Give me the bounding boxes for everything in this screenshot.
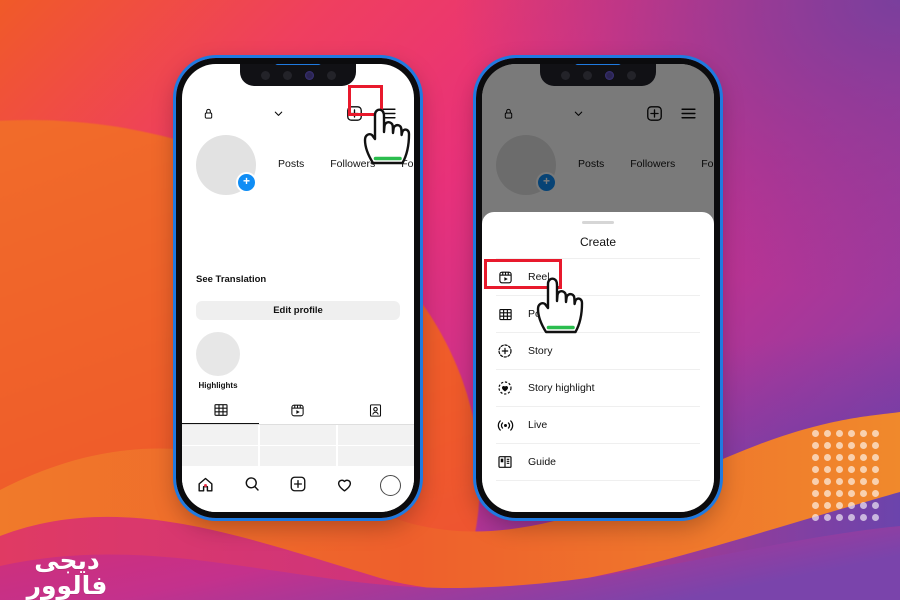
create-nav-button[interactable] <box>275 475 321 493</box>
grid-tab[interactable] <box>182 396 260 424</box>
phone-left-screen: + Posts Followers Following See Translat… <box>182 64 414 512</box>
phone-mockup-left: + Posts Followers Following See Translat… <box>173 55 423 521</box>
brand-logo-persian: دیجی فالوور <box>26 546 108 600</box>
edit-profile-button[interactable]: Edit profile <box>196 301 400 320</box>
story-menu-label: Story <box>528 345 553 357</box>
background-wave-shapes <box>0 412 900 600</box>
sensor-dot <box>626 70 636 80</box>
avatar[interactable]: + <box>196 135 257 195</box>
live-broadcast-icon <box>496 416 514 434</box>
tagged-tab[interactable] <box>337 396 414 424</box>
phone-notch <box>240 64 356 86</box>
highlight-bubble[interactable] <box>196 332 240 376</box>
create-bottom-sheet: Create Reel Post Story Story highlight L… <box>482 212 714 512</box>
create-button[interactable] <box>342 101 366 125</box>
live-menu-item[interactable]: Live <box>496 406 700 443</box>
earpiece-speaker <box>275 64 321 65</box>
phone-mockup-right: + Posts Followers Following See Translat… <box>473 55 723 521</box>
stat-labels: Posts Followers Following <box>278 158 414 172</box>
post-menu-item[interactable]: Post <box>496 295 700 332</box>
story-menu-item[interactable]: Story <box>496 332 700 369</box>
see-translation-link[interactable]: See Translation <box>196 274 266 285</box>
story-highlight-heart-icon <box>496 379 514 397</box>
stat-posts[interactable]: Posts <box>278 158 304 170</box>
reel-menu-label: Reel <box>528 271 550 283</box>
front-camera-lens <box>604 70 614 80</box>
lock-icon <box>196 101 220 125</box>
post-menu-label: Post <box>528 308 550 320</box>
earpiece-speaker <box>575 64 621 65</box>
highlight-label: Highlights <box>198 381 238 390</box>
stat-followers[interactable]: Followers <box>330 158 375 170</box>
story-plus-icon <box>496 342 514 360</box>
hamburger-menu-icon[interactable] <box>376 101 400 125</box>
bottom-navigation-bar <box>182 466 414 512</box>
avatar-icon <box>380 475 402 496</box>
live-menu-label: Live <box>528 419 548 431</box>
reel-icon <box>496 268 514 286</box>
sensor-dot <box>282 70 292 80</box>
grid-cell[interactable] <box>337 425 414 445</box>
home-nav-button[interactable] <box>182 475 228 494</box>
reel-menu-item[interactable]: Reel <box>496 258 700 295</box>
list-bottom-divider <box>496 480 700 491</box>
grid-cell[interactable] <box>182 446 259 466</box>
story-highlights-row: Highlights <box>196 332 240 390</box>
decorative-dot-grid <box>812 430 884 526</box>
grid-cell[interactable] <box>182 425 259 445</box>
sensor-dot <box>260 70 270 80</box>
profile-content-tabs <box>182 396 414 425</box>
guide-menu-label: Guide <box>528 456 557 468</box>
avatar-add-badge[interactable]: + <box>236 172 257 193</box>
story-highlight-menu-item[interactable]: Story highlight <box>496 369 700 406</box>
chevron-down-icon[interactable] <box>266 101 290 125</box>
grid-icon <box>496 305 514 323</box>
stat-following[interactable]: Following <box>401 158 414 170</box>
guide-menu-item[interactable]: Guide <box>496 443 700 480</box>
home-notification-dot <box>203 484 207 487</box>
sheet-title: Create <box>579 235 617 249</box>
profile-post-grid <box>182 425 414 466</box>
story-highlight-menu-label: Story highlight <box>528 382 595 394</box>
guide-book-icon <box>496 453 514 471</box>
grid-cell[interactable] <box>259 446 337 466</box>
profile-nav-button[interactable] <box>368 475 414 496</box>
phone-notch <box>540 64 656 86</box>
search-nav-button[interactable] <box>228 475 274 493</box>
sensor-dot <box>560 70 570 80</box>
create-options-list: Reel Post Story Story highlight Live Gui… <box>482 258 714 491</box>
reels-tab[interactable] <box>259 396 336 424</box>
sheet-drag-handle[interactable] <box>582 221 614 224</box>
screenshot-canvas: دیجی فالوور DIGI FOLLOWER <box>0 0 900 600</box>
sensor-dot <box>326 70 336 80</box>
grid-cell[interactable] <box>337 446 414 466</box>
profile-stats-row: + Posts Followers Following <box>182 132 414 198</box>
phone-right-screen: + Posts Followers Following See Translat… <box>482 64 714 512</box>
sensor-dot <box>582 70 592 80</box>
front-camera-lens <box>304 70 314 80</box>
profile-top-bar <box>182 98 414 128</box>
brand-logo: دیجی فالوور DIGI FOLLOWER <box>12 548 122 600</box>
grid-cell[interactable] <box>259 425 337 445</box>
activity-nav-button[interactable] <box>321 475 367 494</box>
